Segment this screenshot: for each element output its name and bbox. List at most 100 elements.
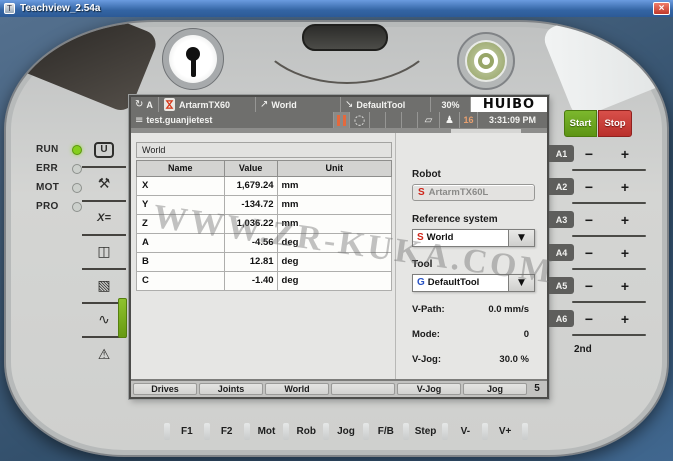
col-header-unit: Unit [277,160,391,176]
jog-minus-a1[interactable]: − [574,144,604,164]
close-icon[interactable]: × [653,2,670,15]
pro-led-off [72,202,82,212]
chart-icon: ∿ [98,312,110,328]
tool-dropdown-value: DefaultTool [428,277,480,288]
brand-text: HUIBO [483,97,535,112]
v-plus-key[interactable]: V+ [490,426,520,437]
fkey-separator [283,423,289,440]
status-slot-3 [402,112,418,127]
tab-drives[interactable]: Drives [133,383,197,395]
program-cell[interactable]: ≡ test.guanjietest [131,112,334,127]
window-select-button[interactable]: ◫ [82,236,126,270]
tool-icon: ↘ [345,99,353,110]
axis-tab-a6[interactable]: A6 [549,310,574,327]
table-row[interactable]: B 12.81 deg [137,252,392,271]
x-equals-icon: X= [97,212,111,224]
rob-key[interactable]: Rob [291,426,321,437]
variable-button[interactable]: X= [82,202,126,236]
step-key[interactable]: Step [411,426,441,437]
jog-minus-a3[interactable]: − [574,210,604,230]
tab-jog[interactable]: Jog [463,383,527,395]
jog-plus-a3[interactable]: + [610,210,640,230]
estop-ring-inner [474,49,498,73]
screen-main-area: World Name Value Unit X 1,679.24 mm Y [131,133,547,379]
axis-value: 1,036.22 [224,214,277,233]
led-row-run: RUN [36,140,82,159]
emergency-stop-button[interactable] [457,32,515,90]
pause-status-cell[interactable] [334,112,350,127]
tool-name: DefaultTool [356,100,405,110]
axis-tab-a3[interactable]: A3 [549,211,574,228]
disk-cell[interactable]: ▱ [418,112,440,127]
axis-tab-a4[interactable]: A4 [549,244,574,261]
user-icon: U [94,142,113,158]
axis-name: A [137,233,225,252]
window-titlebar: T Teachview_2.54a × [0,0,673,17]
f1-key[interactable]: F1 [172,426,202,437]
jog-minus-a6[interactable]: − [574,309,604,329]
tool-dropdown[interactable]: G DefaultTool ▼ [412,274,535,292]
second-function-button[interactable]: 2nd [574,344,592,355]
teach-pendant-body: RUN ERR MOT PRO U ⚒ X= ◫ ▧ ∿ ⚠ ↻ A [4,20,669,457]
axis-name: X [137,176,225,195]
table-row[interactable]: C -1.40 deg [137,271,392,290]
start-button[interactable]: Start [564,110,597,137]
fkey-separator [244,423,250,440]
refsys-status-cell[interactable]: ↗ World [256,97,341,112]
session-cell[interactable]: ↻ A [131,97,159,112]
robot-name: ArtarmTX60 [179,100,230,110]
message-button[interactable]: ⚠ [82,338,126,372]
tab-page-number: 5 [529,383,545,395]
user-menu-button[interactable]: U [82,134,126,168]
axis-unit: mm [277,195,391,214]
mode-row: Mode: 0 [412,329,535,354]
jog-minus-a4[interactable]: − [574,243,604,263]
group-header: World [136,142,392,158]
jog-minus-a5[interactable]: − [574,276,604,296]
image-icon: ▧ [97,278,110,294]
tab-blank[interactable] [331,383,395,395]
key-switch[interactable] [162,28,224,90]
refsys-dropdown[interactable]: S World ▼ [412,229,535,247]
program-bar: ≡ test.guanjietest ◌ ▱ ♟ 16 3:31:09 PM [131,112,547,127]
mot-key[interactable]: Mot [252,426,282,437]
fkey-separator [204,423,210,440]
robot-status-cell[interactable]: ⋈ ArtarmTX60 [159,97,256,112]
tab-joints[interactable]: Joints [199,383,263,395]
table-row[interactable]: Z 1,036.22 mm [137,214,392,233]
jog-plus-a5[interactable]: + [610,276,640,296]
enabling-switch-indicator [118,298,127,338]
tool-status-cell[interactable]: ↘ DefaultTool [341,97,431,112]
jog-mode-cell[interactable]: ◌ [350,112,370,127]
setup-button[interactable]: ⚒ [82,168,126,202]
session-letter: A [146,100,153,110]
jog-plus-a1[interactable]: + [610,144,640,164]
axis-unit: mm [277,214,391,233]
fb-key[interactable]: F/B [371,426,401,437]
jog-plus-a6[interactable]: + [610,309,640,329]
jog-key[interactable]: Jog [331,426,361,437]
function-key-row: F1 F2 Mot Rob Jog F/B Step V- V+ [162,418,530,444]
selection-panel: Robot S ArtarmTX60L Reference system S W… [395,133,547,379]
jog-minus-a2[interactable]: − [574,177,604,197]
fkey-separator [323,423,329,440]
col-header-value: Value [224,160,277,176]
jog-plus-a4[interactable]: + [610,243,640,263]
table-row[interactable]: X 1,679.24 mm [137,176,392,195]
f2-key[interactable]: F2 [212,426,242,437]
v-minus-key[interactable]: V- [450,426,480,437]
tab-world[interactable]: World [265,383,329,395]
stop-button[interactable]: Stop [598,110,632,137]
user-status-cell[interactable]: ♟ [440,112,460,127]
axis-tab-a2[interactable]: A2 [549,178,574,195]
jog-plus-a2[interactable]: + [610,177,640,197]
table-row[interactable]: A -4.56 deg [137,233,392,252]
tab-vjog[interactable]: V-Jog [397,383,461,395]
jog-separator [572,235,646,237]
axis-tab-a5[interactable]: A5 [549,277,574,294]
axis-tab-a1[interactable]: A1 [549,145,574,162]
table-row[interactable]: Y -134.72 mm [137,195,392,214]
message-count-badge[interactable]: 16 [460,112,478,127]
robot-select-button[interactable]: S ArtarmTX60L [412,184,535,201]
override-cell[interactable]: 30% [431,97,471,112]
